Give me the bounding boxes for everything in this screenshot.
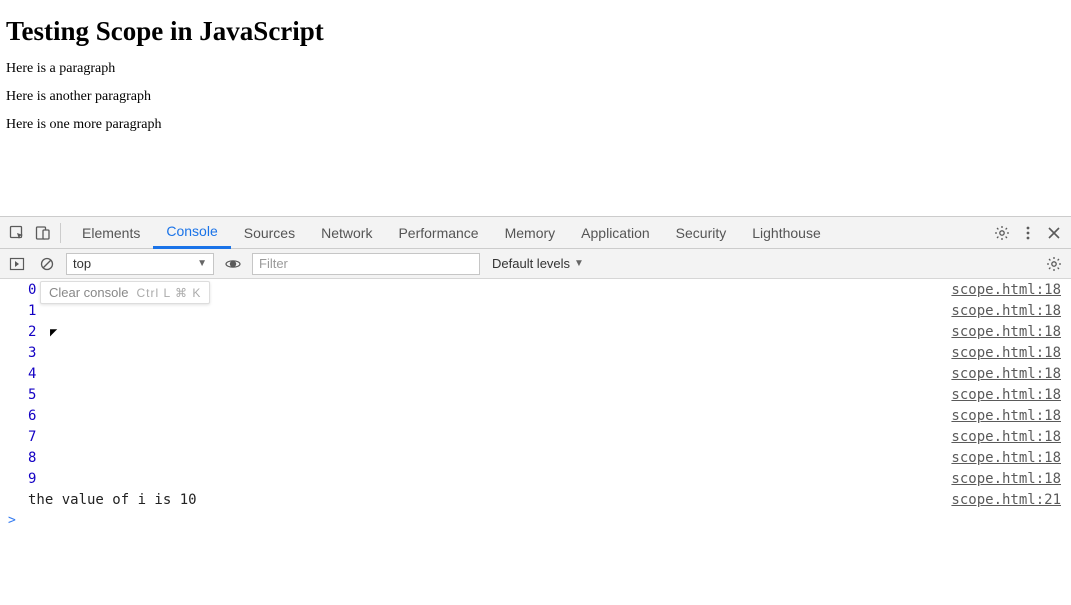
chevron-down-icon: ▼ bbox=[574, 258, 584, 269]
page-paragraph: Here is one more paragraph bbox=[6, 117, 1065, 133]
tab-lighthouse[interactable]: Lighthouse bbox=[739, 217, 834, 249]
console-log-row: 6 scope.html:18 bbox=[0, 405, 1071, 426]
log-value: 8 bbox=[28, 450, 36, 466]
tooltip-label: Clear console bbox=[49, 285, 129, 300]
log-source-link[interactable]: scope.html:18 bbox=[951, 429, 1061, 445]
console-toolbar: top ▼ Default levels ▼ bbox=[0, 249, 1071, 279]
tab-application[interactable]: Application bbox=[568, 217, 663, 249]
prompt-chevron-icon: > bbox=[8, 513, 16, 528]
tab-label: Network bbox=[321, 225, 372, 241]
tab-label: Application bbox=[581, 225, 650, 241]
log-source-link[interactable]: scope.html:18 bbox=[951, 366, 1061, 382]
log-source-link[interactable]: scope.html:18 bbox=[951, 282, 1061, 298]
tab-console[interactable]: Console bbox=[153, 217, 230, 249]
chevron-down-icon: ▼ bbox=[197, 258, 207, 269]
console-output: Clear console Ctrl L ⌘ K ◤ 0scope.html:1… bbox=[0, 279, 1071, 605]
log-value: 3 bbox=[28, 345, 36, 361]
devtools-panel: Elements Console Sources Network Perform… bbox=[0, 216, 1071, 605]
divider bbox=[60, 223, 61, 243]
console-log-row: 5 scope.html:18 bbox=[0, 384, 1071, 405]
console-settings-icon[interactable] bbox=[1043, 253, 1065, 275]
kebab-menu-icon[interactable] bbox=[1015, 220, 1041, 246]
tooltip-shortcut: Ctrl L ⌘ K bbox=[137, 286, 202, 300]
page-document: Testing Scope in JavaScript Here is a pa… bbox=[0, 0, 1071, 133]
tab-label: Security bbox=[676, 225, 727, 241]
tab-sources[interactable]: Sources bbox=[231, 217, 308, 249]
console-prompt[interactable]: > bbox=[0, 510, 1071, 531]
context-value: top bbox=[73, 256, 91, 271]
log-levels-select[interactable]: Default levels ▼ bbox=[492, 256, 584, 271]
tab-label: Sources bbox=[244, 225, 295, 241]
log-value: 1 bbox=[28, 303, 36, 319]
tab-performance[interactable]: Performance bbox=[385, 217, 491, 249]
filter-input[interactable] bbox=[252, 253, 480, 275]
page-paragraph: Here is another paragraph bbox=[6, 89, 1065, 105]
live-expression-icon[interactable] bbox=[222, 253, 244, 275]
tab-label: Performance bbox=[398, 225, 478, 241]
log-value: 6 bbox=[28, 408, 36, 424]
settings-icon[interactable] bbox=[989, 220, 1015, 246]
log-value: 9 bbox=[28, 471, 36, 487]
log-value: 7 bbox=[28, 429, 36, 445]
log-source-link[interactable]: scope.html:21 bbox=[951, 492, 1061, 508]
tab-network[interactable]: Network bbox=[308, 217, 385, 249]
clear-console-icon[interactable] bbox=[36, 253, 58, 275]
log-value: 5 bbox=[28, 387, 36, 403]
inspect-element-icon[interactable] bbox=[4, 220, 30, 246]
execution-context-select[interactable]: top ▼ bbox=[66, 253, 214, 275]
log-source-link[interactable]: scope.html:18 bbox=[951, 303, 1061, 319]
log-source-link[interactable]: scope.html:18 bbox=[951, 450, 1061, 466]
log-source-link[interactable]: scope.html:18 bbox=[951, 471, 1061, 487]
tab-security[interactable]: Security bbox=[663, 217, 740, 249]
tab-label: Console bbox=[166, 223, 217, 239]
console-log-row: 3 scope.html:18 bbox=[0, 342, 1071, 363]
tab-label: Memory bbox=[505, 225, 556, 241]
log-source-link[interactable]: scope.html:18 bbox=[951, 387, 1061, 403]
close-icon[interactable] bbox=[1041, 220, 1067, 246]
tab-memory[interactable]: Memory bbox=[492, 217, 569, 249]
log-value: the value of i is 10 bbox=[28, 492, 197, 508]
console-log-row: the value of i is 10 scope.html:21 bbox=[0, 489, 1071, 510]
tab-elements[interactable]: Elements bbox=[69, 217, 153, 249]
log-value: 4 bbox=[28, 366, 36, 382]
console-log-row: 8 scope.html:18 bbox=[0, 447, 1071, 468]
tab-label: Elements bbox=[82, 225, 140, 241]
tab-label: Lighthouse bbox=[752, 225, 821, 241]
devtools-tabstrip: Elements Console Sources Network Perform… bbox=[0, 217, 1071, 249]
toggle-sidebar-icon[interactable] bbox=[6, 253, 28, 275]
levels-label: Default levels bbox=[492, 256, 570, 271]
page-paragraph: Here is a paragraph bbox=[6, 61, 1065, 77]
log-source-link[interactable]: scope.html:18 bbox=[951, 324, 1061, 340]
log-value: 2 bbox=[28, 324, 36, 340]
console-log-row: 4 scope.html:18 bbox=[0, 363, 1071, 384]
console-log-row: 2 scope.html:18 bbox=[0, 321, 1071, 342]
log-value: 0 bbox=[28, 282, 36, 298]
log-source-link[interactable]: scope.html:18 bbox=[951, 408, 1061, 424]
log-source-link[interactable]: scope.html:18 bbox=[951, 345, 1061, 361]
page-title: Testing Scope in JavaScript bbox=[6, 16, 1065, 47]
device-toolbar-icon[interactable] bbox=[30, 220, 56, 246]
console-log-row: 7 scope.html:18 bbox=[0, 426, 1071, 447]
console-log-row: 9 scope.html:18 bbox=[0, 468, 1071, 489]
clear-console-tooltip: Clear console Ctrl L ⌘ K bbox=[40, 281, 210, 304]
